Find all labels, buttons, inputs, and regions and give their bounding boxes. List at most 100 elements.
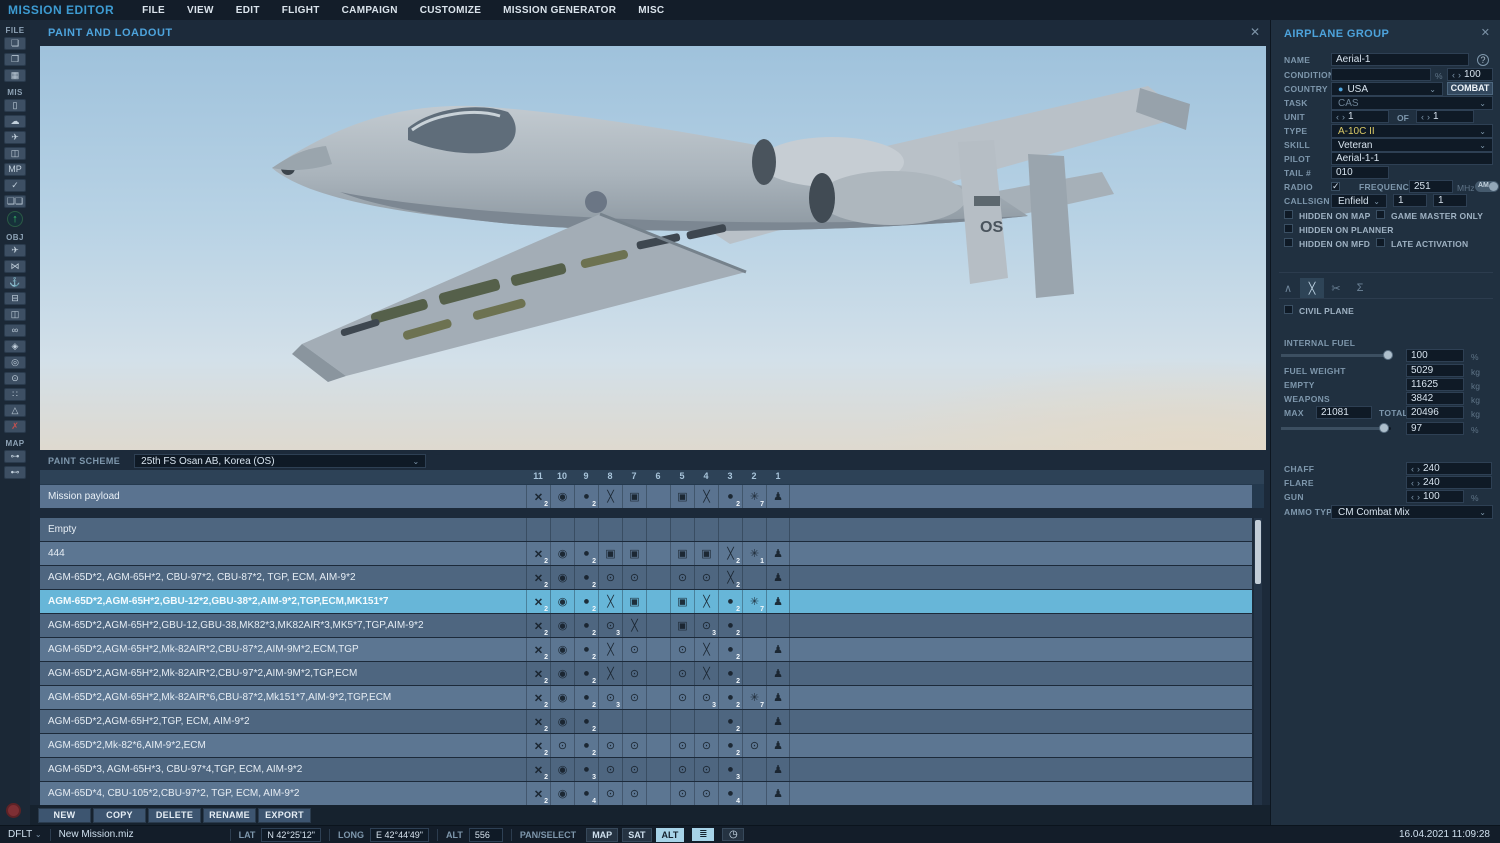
- combat-button[interactable]: COMBAT: [1447, 82, 1493, 95]
- help-icon[interactable]: ?: [1477, 54, 1489, 66]
- spin-right-icon[interactable]: ›: [1342, 112, 1345, 122]
- payload-row[interactable]: AGM-65D*4, CBU-105*2,CBU-97*2, TGP, ECM,…: [40, 782, 1252, 805]
- spin-right-icon[interactable]: ›: [1417, 464, 1420, 474]
- menu-item-view[interactable]: VIEW: [187, 5, 214, 16]
- close-icon[interactable]: ✕: [1481, 26, 1490, 39]
- task-select[interactable]: CAS ⌄: [1331, 96, 1493, 110]
- hidden-on-planner-checkbox[interactable]: [1284, 224, 1293, 233]
- weapons-weight-field[interactable]: 3842: [1406, 392, 1464, 405]
- skill-select[interactable]: Veteran ⌄: [1331, 138, 1493, 152]
- start-mission-icon[interactable]: ↑: [7, 211, 23, 227]
- payload-scrollbar[interactable]: [1254, 518, 1262, 805]
- menu-item-edit[interactable]: EDIT: [236, 5, 260, 16]
- payload-row[interactable]: AGM-65D*2,AGM-65H*2,Mk-82AIR*2,CBU-87*2,…: [40, 638, 1252, 661]
- add-helicopter-icon[interactable]: ⋈: [4, 260, 26, 273]
- name-field[interactable]: Aerial-1: [1331, 53, 1469, 66]
- spin-left-icon[interactable]: ‹: [1411, 464, 1414, 474]
- menu-item-misc[interactable]: MISC: [638, 5, 664, 16]
- map-key-icon[interactable]: ⊶: [4, 450, 26, 463]
- country-select[interactable]: ● USA ⌄: [1331, 82, 1443, 96]
- add-group-icon[interactable]: ∞: [4, 324, 26, 337]
- erase-object-icon[interactable]: ✗: [4, 420, 26, 433]
- export-button[interactable]: EXPORT: [258, 808, 311, 823]
- menu-item-flight[interactable]: FLIGHT: [282, 5, 320, 16]
- total-weight-field[interactable]: 20496: [1406, 406, 1464, 419]
- save-mission-icon[interactable]: ▦: [4, 69, 26, 82]
- max-weight-field[interactable]: 21081: [1316, 406, 1372, 419]
- measure-units-icon[interactable]: ≣: [692, 828, 714, 841]
- add-ship-icon[interactable]: ⚓: [4, 276, 26, 289]
- am-fm-toggle[interactable]: AM: [1475, 181, 1499, 192]
- multiplayer-roles-icon[interactable]: MP: [4, 163, 26, 176]
- payload-row[interactable]: AGM-65D*2,AGM-65H*2,GBU-12,GBU-38,MK82*3…: [40, 614, 1252, 637]
- chaff-spinner[interactable]: ‹ › 240: [1406, 462, 1492, 475]
- paint-scheme-select[interactable]: 25th FS Osan AB, Korea (OS) ⌄: [134, 454, 426, 468]
- tail-number-field[interactable]: 010: [1331, 166, 1389, 179]
- late-activation-checkbox[interactable]: [1376, 238, 1385, 247]
- briefing-icon[interactable]: ▯: [4, 99, 26, 112]
- unit-total-spinner[interactable]: ‹ › 1: [1416, 110, 1474, 123]
- frequency-field[interactable]: 251: [1409, 180, 1453, 193]
- slider-handle[interactable]: [1383, 350, 1393, 360]
- payload-row[interactable]: Empty: [40, 518, 1252, 541]
- condition-spinner[interactable]: ‹ › 100: [1447, 68, 1493, 81]
- callsign-select[interactable]: Enfield ⌄: [1331, 194, 1387, 208]
- add-vehicle-icon[interactable]: ⊟: [4, 292, 26, 305]
- payload-row[interactable]: AGM-65D*2,AGM-65H*2,Mk-82AIR*2,CBU-97*2,…: [40, 662, 1252, 685]
- add-waypoint-icon[interactable]: ◈: [4, 340, 26, 353]
- slider-handle[interactable]: [1379, 423, 1389, 433]
- payload-row[interactable]: AGM-65D*2,AGM-65H*2,Mk-82AIR*6,CBU-87*2,…: [40, 686, 1252, 709]
- add-static-object-icon[interactable]: ◫: [4, 308, 26, 321]
- sat-view-button[interactable]: SAT: [622, 828, 651, 842]
- payload-row[interactable]: AGM-65D*3, AGM-65H*3, CBU-97*4,TGP, ECM,…: [40, 758, 1252, 781]
- flare-spinner[interactable]: ‹ › 240: [1406, 476, 1492, 489]
- layer-mode-select[interactable]: DFLT ⌄: [8, 829, 42, 840]
- payload-row[interactable]: AGM-65D*2,AGM-65H*2,TGP, ECM, AIM-9*2×2◉…: [40, 710, 1252, 733]
- hidden-on-map-checkbox[interactable]: [1284, 210, 1293, 219]
- open-mission-icon[interactable]: ❐: [4, 53, 26, 66]
- tab-totals-icon[interactable]: Σ: [1348, 278, 1372, 298]
- internal-fuel-field[interactable]: 100: [1406, 349, 1464, 362]
- scrollbar-thumb[interactable]: [1255, 520, 1261, 584]
- menu-item-campaign[interactable]: CAMPAIGN: [342, 5, 398, 16]
- spin-right-icon[interactable]: ›: [1427, 112, 1430, 122]
- add-aircraft-icon[interactable]: ✈: [4, 244, 26, 257]
- spin-left-icon[interactable]: ‹: [1411, 478, 1414, 488]
- add-trigger-zone-icon[interactable]: ◎: [4, 356, 26, 369]
- radio-checkbox[interactable]: [1331, 182, 1340, 191]
- ammo-type-select[interactable]: CM Combat Mix ⌄: [1331, 505, 1493, 519]
- gun-spinner[interactable]: ‹ › 100: [1406, 490, 1464, 503]
- clock-icon[interactable]: ◷: [722, 828, 744, 841]
- pilot-field[interactable]: Aerial-1-1: [1331, 152, 1493, 165]
- weather-icon[interactable]: ☁: [4, 115, 26, 128]
- load-slider[interactable]: [1281, 427, 1391, 430]
- copy-button[interactable]: COPY: [93, 808, 146, 823]
- drawing-shapes-icon[interactable]: △: [4, 404, 26, 417]
- payload-row[interactable]: AGM-65D*2,AGM-65H*2,GBU-12*2,GBU-38*2,AI…: [40, 590, 1252, 613]
- callsign-number-field[interactable]: 1: [1393, 194, 1427, 207]
- load-percent-field[interactable]: 97: [1406, 422, 1464, 435]
- tab-jettison-icon[interactable]: ✂: [1324, 278, 1348, 298]
- close-icon[interactable]: ✕: [1250, 25, 1260, 39]
- add-template-icon[interactable]: ∷: [4, 388, 26, 401]
- internal-fuel-slider[interactable]: [1281, 354, 1391, 357]
- spin-right-icon[interactable]: ›: [1417, 478, 1420, 488]
- record-icon[interactable]: [6, 803, 21, 818]
- add-point-icon[interactable]: ⊙: [4, 372, 26, 385]
- menu-item-mission-generator[interactable]: MISSION GENERATOR: [503, 5, 616, 16]
- triggers-icon[interactable]: ❑❑: [4, 195, 26, 208]
- delete-button[interactable]: DELETE: [148, 808, 201, 823]
- type-select[interactable]: A-10C II ⌄: [1331, 124, 1493, 138]
- alt-view-button[interactable]: ALT: [656, 828, 685, 842]
- sortie-icon[interactable]: ✈: [4, 131, 26, 144]
- spin-left-icon[interactable]: ‹: [1336, 112, 1339, 122]
- mission-options-icon[interactable]: ◫: [4, 147, 26, 160]
- rename-button[interactable]: RENAME: [203, 808, 256, 823]
- menu-item-file[interactable]: FILE: [142, 5, 165, 16]
- new-button[interactable]: NEW: [38, 808, 91, 823]
- empty-weight-field[interactable]: 11625: [1406, 378, 1464, 391]
- mission-payload-row[interactable]: Mission payload ×2◉●2╳▣▣╳●2✳7♟: [40, 485, 1252, 508]
- spin-right-icon[interactable]: ›: [1458, 70, 1461, 80]
- check-mission-icon[interactable]: ✓: [4, 179, 26, 192]
- spin-left-icon[interactable]: ‹: [1411, 492, 1414, 502]
